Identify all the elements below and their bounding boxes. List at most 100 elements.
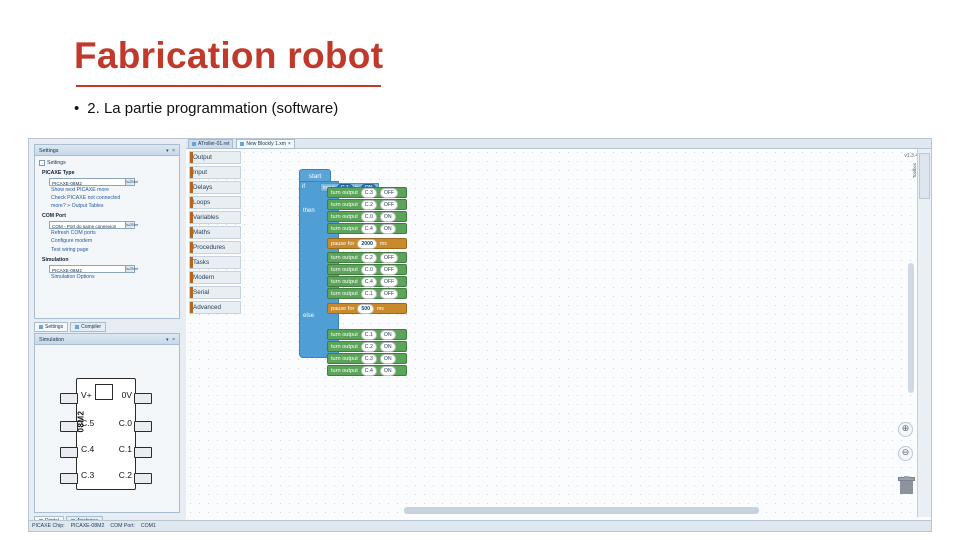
pin-right-3[interactable] bbox=[134, 473, 152, 484]
pin-left-0[interactable] bbox=[60, 393, 78, 404]
block-verb: turn output bbox=[331, 189, 358, 196]
chevron-down-icon[interactable]: \u25be bbox=[125, 265, 138, 272]
block-pause-value[interactable]: 2000 bbox=[357, 238, 377, 249]
block-verb: turn output bbox=[331, 367, 358, 374]
settings-tree-root[interactable]: - Settings bbox=[39, 159, 175, 167]
block-turn-output-3[interactable]: turn output C.4 ON bbox=[327, 223, 407, 234]
right-rail: Toolbox bbox=[912, 149, 931, 517]
settings-tabstrip: Settings Compiler bbox=[34, 321, 180, 332]
block-pin-field[interactable]: C.4 bbox=[360, 223, 377, 234]
block-pin-field[interactable]: C.4 bbox=[360, 365, 377, 376]
picaxe-chip-graphic: 08M2 V+ C.5 C.4 C.3 0V C.0 C.1 C.2 bbox=[60, 378, 152, 490]
block-else-turn-output-3[interactable]: turn output C.4 ON bbox=[327, 365, 407, 376]
chevron-down-icon[interactable]: \u25be bbox=[125, 179, 138, 186]
zoom-in-button[interactable]: ⊕ bbox=[898, 422, 913, 437]
picaxe-type-select[interactable]: PICAXE-08M2 \u25be bbox=[49, 178, 138, 187]
block-state-field[interactable]: ON bbox=[379, 341, 396, 352]
block-pin-field[interactable]: C.3 bbox=[360, 353, 377, 364]
block-if-label: if bbox=[302, 184, 305, 190]
editor-tabstrip: ATroller-01.ret New Blockly 1.xm × bbox=[186, 139, 931, 149]
chip-led bbox=[95, 384, 113, 400]
block-state-field[interactable]: ON bbox=[379, 211, 396, 222]
settings-link-0-0[interactable]: Show next PICAXE more bbox=[51, 186, 175, 194]
tab-file-0[interactable]: ATroller-01.ret bbox=[188, 139, 234, 149]
zoom-controls: ⊕ ⊖ bbox=[898, 422, 913, 461]
block-turn-output-0[interactable]: turn output C.3 OFF bbox=[327, 187, 407, 198]
block-state-field[interactable]: ON bbox=[379, 329, 396, 340]
block-turn-output-6[interactable]: turn output C.4 OFF bbox=[327, 276, 407, 287]
trash-icon[interactable] bbox=[898, 476, 915, 495]
settings-link-1-0[interactable]: Refresh COM ports bbox=[51, 229, 175, 237]
block-turn-output-4[interactable]: turn output C.2 OFF bbox=[327, 252, 407, 263]
block-pin-field[interactable]: C.2 bbox=[360, 252, 377, 263]
block-state-field[interactable]: OFF bbox=[379, 276, 399, 287]
pin-left-2[interactable] bbox=[60, 447, 78, 458]
settings-link-1-1[interactable]: Configure modem bbox=[51, 237, 175, 245]
block-state-field[interactable]: ON bbox=[379, 353, 396, 364]
tree-expander-icon[interactable]: - bbox=[39, 160, 45, 167]
block-state-field[interactable]: OFF bbox=[379, 187, 399, 198]
block-else-turn-output-2[interactable]: turn output C.3 ON bbox=[327, 353, 407, 364]
tab-file-1[interactable]: New Blockly 1.xm × bbox=[236, 139, 295, 149]
block-state-field[interactable]: OFF bbox=[379, 252, 399, 263]
block-pin-field[interactable]: C.0 bbox=[360, 211, 377, 222]
block-pause-1[interactable]: pause for 500 ms bbox=[327, 303, 407, 314]
rail-toolbox-tab[interactable]: Toolbox bbox=[912, 153, 930, 199]
tab-file-1-label: New Blockly 1.xm bbox=[246, 140, 286, 147]
tab-compiler[interactable]: Compiler bbox=[70, 321, 107, 332]
block-verb: turn output bbox=[331, 254, 358, 261]
canvas-scrollbar-vertical[interactable] bbox=[908, 263, 914, 393]
simulation-panel-title: Simulation bbox=[39, 337, 65, 343]
block-verb: turn output bbox=[331, 201, 358, 208]
block-state-field[interactable]: OFF bbox=[379, 288, 399, 299]
settings-link-2-0[interactable]: Simulation Options bbox=[51, 273, 175, 281]
pin-right-1[interactable] bbox=[134, 421, 152, 432]
canvas-scrollbar-horizontal[interactable] bbox=[404, 507, 759, 514]
pin-right-0[interactable] bbox=[134, 393, 152, 404]
zoom-out-button[interactable]: ⊖ bbox=[898, 446, 913, 461]
tab-settings[interactable]: Settings bbox=[34, 321, 69, 332]
settings-panel-window-controls[interactable]: ▾ × bbox=[166, 148, 176, 154]
block-turn-output-7[interactable]: turn output C.1 OFF bbox=[327, 288, 407, 299]
close-icon[interactable]: × bbox=[288, 141, 291, 147]
block-else-turn-output-0[interactable]: turn output C.1 ON bbox=[327, 329, 407, 340]
settings-link-0-2[interactable]: more? > Output Tables bbox=[51, 202, 175, 210]
block-pin-field[interactable]: C.1 bbox=[360, 329, 377, 340]
settings-group-com-port: COM Port bbox=[42, 213, 66, 220]
block-else-turn-output-1[interactable]: turn output C.2 ON bbox=[327, 341, 407, 352]
block-turn-output-2[interactable]: turn output C.0 ON bbox=[327, 211, 407, 222]
title-underline bbox=[76, 85, 381, 87]
simulation-chip-select[interactable]: PICAXE-08M2 \u25be bbox=[49, 264, 138, 273]
tab-settings-label: Settings bbox=[45, 323, 64, 330]
pin-label-left-2: C.4 bbox=[81, 444, 95, 454]
chevron-down-icon[interactable]: \u25be bbox=[125, 222, 138, 229]
block-state-field[interactable]: OFF bbox=[379, 264, 399, 275]
app-screenshot: Settings ▾ × - Settings PICAXE Type PICA… bbox=[28, 138, 932, 532]
pin-label-right-3: C.2 bbox=[118, 470, 132, 480]
block-pin-field[interactable]: C.0 bbox=[360, 264, 377, 275]
block-state-field[interactable]: ON bbox=[379, 365, 396, 376]
simulation-panel-window-controls[interactable]: ▾ × bbox=[166, 337, 176, 343]
block-pin-field[interactable]: C.1 bbox=[360, 288, 377, 299]
pin-left-1[interactable] bbox=[60, 421, 78, 432]
settings-link-0-1[interactable]: Check PICAXE not connected bbox=[51, 194, 175, 202]
simulation-panel-header: Simulation ▾ × bbox=[35, 334, 179, 345]
com-port-select[interactable]: COM - Port do same connexion \u25be bbox=[49, 221, 138, 230]
pin-label-right-2: C.1 bbox=[118, 444, 132, 454]
block-turn-output-5[interactable]: turn output C.0 OFF bbox=[327, 264, 407, 275]
pin-right-2[interactable] bbox=[134, 447, 152, 458]
block-state-field[interactable]: ON bbox=[379, 223, 396, 234]
block-turn-output-1[interactable]: turn output C.2 OFF bbox=[327, 199, 407, 210]
block-pause-0[interactable]: pause for 2000 ms bbox=[327, 238, 407, 249]
block-pin-field[interactable]: C.3 bbox=[360, 187, 377, 198]
block-pin-field[interactable]: C.2 bbox=[360, 341, 377, 352]
block-state-field[interactable]: OFF bbox=[379, 199, 399, 210]
block-verb: pause for bbox=[331, 305, 355, 312]
block-pause-value[interactable]: 500 bbox=[357, 303, 374, 314]
status-port-label: COM Port: bbox=[110, 523, 135, 529]
settings-link-1-2[interactable]: Test wiring page bbox=[51, 246, 175, 254]
settings-panel-title: Settings bbox=[39, 148, 59, 154]
pin-left-3[interactable] bbox=[60, 473, 78, 484]
block-pin-field[interactable]: C.2 bbox=[360, 199, 377, 210]
block-pin-field[interactable]: C.4 bbox=[360, 276, 377, 287]
